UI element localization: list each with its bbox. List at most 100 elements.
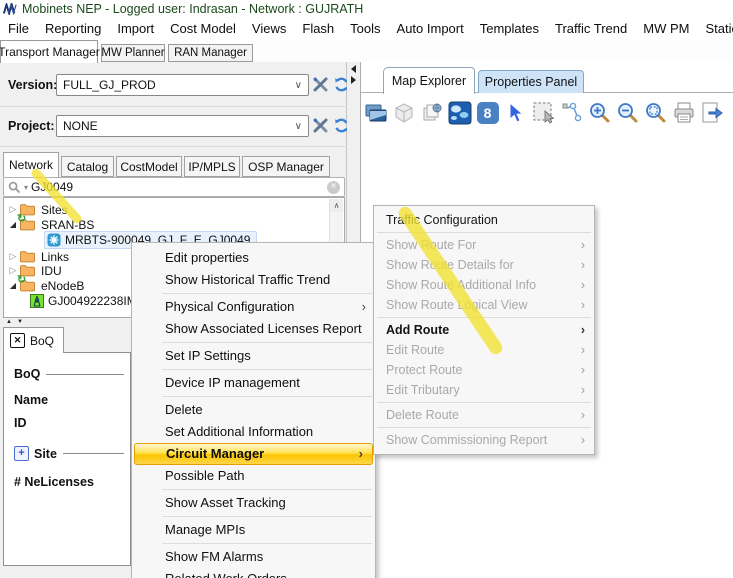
plus-icon[interactable]: + (14, 446, 29, 461)
polyline-tool-icon[interactable] (559, 100, 584, 126)
menu-item-show-associated-licenses-report[interactable]: Show Associated Licenses Report (132, 318, 375, 340)
tab-properties-panel[interactable]: Properties Panel (478, 70, 584, 93)
zoom-in-icon[interactable] (587, 100, 612, 126)
submenu-item-edit-tributary[interactable]: Edit Tributary› (374, 380, 594, 400)
menu-item-show-asset-tracking[interactable]: Show Asset Tracking (132, 492, 375, 514)
search-caret-icon[interactable]: ▾ (24, 183, 28, 192)
menu-item-related-work-orders[interactable]: Related Work Orders (132, 568, 375, 578)
menu-item-show-fm-alarms[interactable]: Show FM Alarms (132, 546, 375, 568)
chevron-down-icon[interactable]: ∨ (295, 121, 308, 132)
map-toolbar: 8 (361, 94, 733, 132)
tab-network[interactable]: Network (3, 152, 59, 177)
cube-3d-icon[interactable] (391, 100, 416, 126)
version-label: Version: (8, 78, 57, 92)
menu-item-possible-path[interactable]: Possible Path (132, 465, 375, 487)
menu-static-elements[interactable]: Static Elements (697, 21, 733, 36)
submenu-item-show-route-for[interactable]: Show Route For› (374, 235, 594, 255)
menu-auto-import[interactable]: Auto Import (389, 21, 472, 36)
tree-item-enodeb[interactable]: ◢ ↻ eNodeB (7, 278, 84, 293)
menu-item-physical-configuration[interactable]: Physical Configuration› (132, 296, 375, 318)
tree-item-enodeb-cell[interactable]: GJ004922238IM (30, 293, 137, 308)
google-icon[interactable]: 8 (475, 100, 500, 126)
menu-separator (162, 516, 372, 517)
tree-item-links[interactable]: ▷ Links (7, 249, 69, 264)
print-icon[interactable] (671, 100, 696, 126)
submenu-item-protect-route[interactable]: Protect Route› (374, 360, 594, 380)
menu-file[interactable]: File (0, 21, 37, 36)
search-value: GJ0049 (31, 180, 73, 194)
splitter-handle[interactable]: ▲▼ (6, 319, 28, 325)
marquee-select-icon[interactable] (531, 100, 556, 126)
menu-separator (162, 543, 372, 544)
boq-field-site: + Site (14, 446, 124, 461)
menu-traffic-trend[interactable]: Traffic Trend (547, 21, 635, 36)
version-tools-icon[interactable] (312, 76, 329, 98)
export-page-icon[interactable] (699, 100, 724, 126)
zoom-out-icon[interactable] (615, 100, 640, 126)
mrbts-node-icon (47, 233, 61, 247)
context-menu: Edit properties Show Historical Traffic … (131, 242, 376, 578)
chevron-down-icon[interactable]: ∨ (295, 80, 308, 91)
tab-costmodel[interactable]: CostModel (116, 156, 182, 177)
menu-item-manage-mpis[interactable]: Manage MPIs (132, 519, 375, 541)
zoom-selection-icon[interactable] (643, 100, 668, 126)
menu-item-set-ip-settings[interactable]: Set IP Settings (132, 345, 375, 367)
menu-separator (162, 342, 372, 343)
project-tools-icon[interactable] (312, 117, 329, 139)
menu-separator (377, 317, 591, 318)
tree-item-sran-bs[interactable]: ◢ ↻ SRAN-BS (7, 217, 94, 232)
menu-tools[interactable]: Tools (342, 21, 388, 36)
submenu-item-edit-route[interactable]: Edit Route› (374, 340, 594, 360)
splitter-down-icon[interactable]: ▼ (17, 319, 28, 325)
tab-ran-manager[interactable]: RAN Manager (168, 44, 253, 62)
submenu-item-delete-route[interactable]: Delete Route› (374, 405, 594, 425)
splitter-up-icon[interactable]: ▲ (6, 319, 17, 325)
cursor-select-icon[interactable] (503, 100, 528, 126)
menu-item-show-historical-traffic-trend[interactable]: Show Historical Traffic Trend (132, 269, 375, 291)
menu-reporting[interactable]: Reporting (37, 21, 109, 36)
search-clear-icon[interactable]: × (327, 181, 340, 194)
submenu-item-add-route[interactable]: Add Route› (374, 320, 594, 340)
menu-import[interactable]: Import (109, 21, 162, 36)
search-icon (8, 181, 21, 194)
submenu-item-show-route-additional-info[interactable]: Show Route Additional Info› (374, 275, 594, 295)
menu-item-circuit-manager[interactable]: Circuit Manager› (134, 443, 373, 465)
submenu-item-show-commissioning-report[interactable]: Show Commissioning Report› (374, 430, 594, 450)
submenu-arrow-icon: › (581, 360, 585, 380)
version-combobox[interactable]: FULL_GJ_PROD ∨ (56, 74, 309, 96)
tab-osp-manager[interactable]: OSP Manager (242, 156, 330, 177)
submenu-arrow-icon: › (581, 295, 585, 315)
tab-ip-mpls[interactable]: IP/MPLS (184, 156, 240, 177)
copy-globe-icon[interactable] (419, 100, 444, 126)
circuit-manager-submenu: Traffic Configuration Show Route For› Sh… (373, 205, 595, 455)
tab-map-explorer[interactable]: Map Explorer (383, 67, 475, 94)
expand-collapsed-icon[interactable]: ▷ (7, 251, 19, 262)
tab-catalog[interactable]: Catalog (61, 156, 114, 177)
menu-item-set-additional-information[interactable]: Set Additional Information (132, 421, 375, 443)
submenu-item-show-route-details-for[interactable]: Show Route Details for› (374, 255, 594, 275)
scroll-up-icon[interactable]: ∧ (330, 199, 343, 212)
menu-flash[interactable]: Flash (294, 21, 342, 36)
splitter-right-icon[interactable] (351, 76, 356, 84)
close-icon[interactable]: ✕ (10, 333, 25, 348)
menu-item-delete[interactable]: Delete (132, 399, 375, 421)
menu-templates[interactable]: Templates (472, 21, 547, 36)
tab-mw-planner[interactable]: MW Planner (101, 44, 165, 62)
menu-cost-model[interactable]: Cost Model (162, 21, 244, 36)
divider (0, 106, 347, 107)
tree-search-input[interactable]: ▾ GJ0049 × (3, 177, 345, 197)
menu-views[interactable]: Views (244, 21, 294, 36)
splitter-left-icon[interactable] (351, 65, 356, 73)
menu-mw-pm[interactable]: MW PM (635, 21, 697, 36)
menu-item-edit-properties[interactable]: Edit properties (132, 247, 375, 269)
layers-icon[interactable] (363, 100, 388, 126)
submenu-item-show-route-logical-view[interactable]: Show Route Logical View› (374, 295, 594, 315)
submenu-item-traffic-configuration[interactable]: Traffic Configuration (374, 210, 594, 230)
application-window: Mobinets NEP - Logged user: Indrasan - N… (0, 0, 733, 578)
boq-tab[interactable]: ✕ BoQ (3, 327, 64, 353)
tree-item-idu[interactable]: ▷ IDU (7, 263, 62, 278)
tab-transport-manager[interactable]: Transport Manager (0, 40, 98, 63)
project-combobox[interactable]: NONE ∨ (56, 115, 309, 137)
world-map-icon[interactable] (447, 100, 472, 126)
menu-item-device-ip-management[interactable]: Device IP management (132, 372, 375, 394)
